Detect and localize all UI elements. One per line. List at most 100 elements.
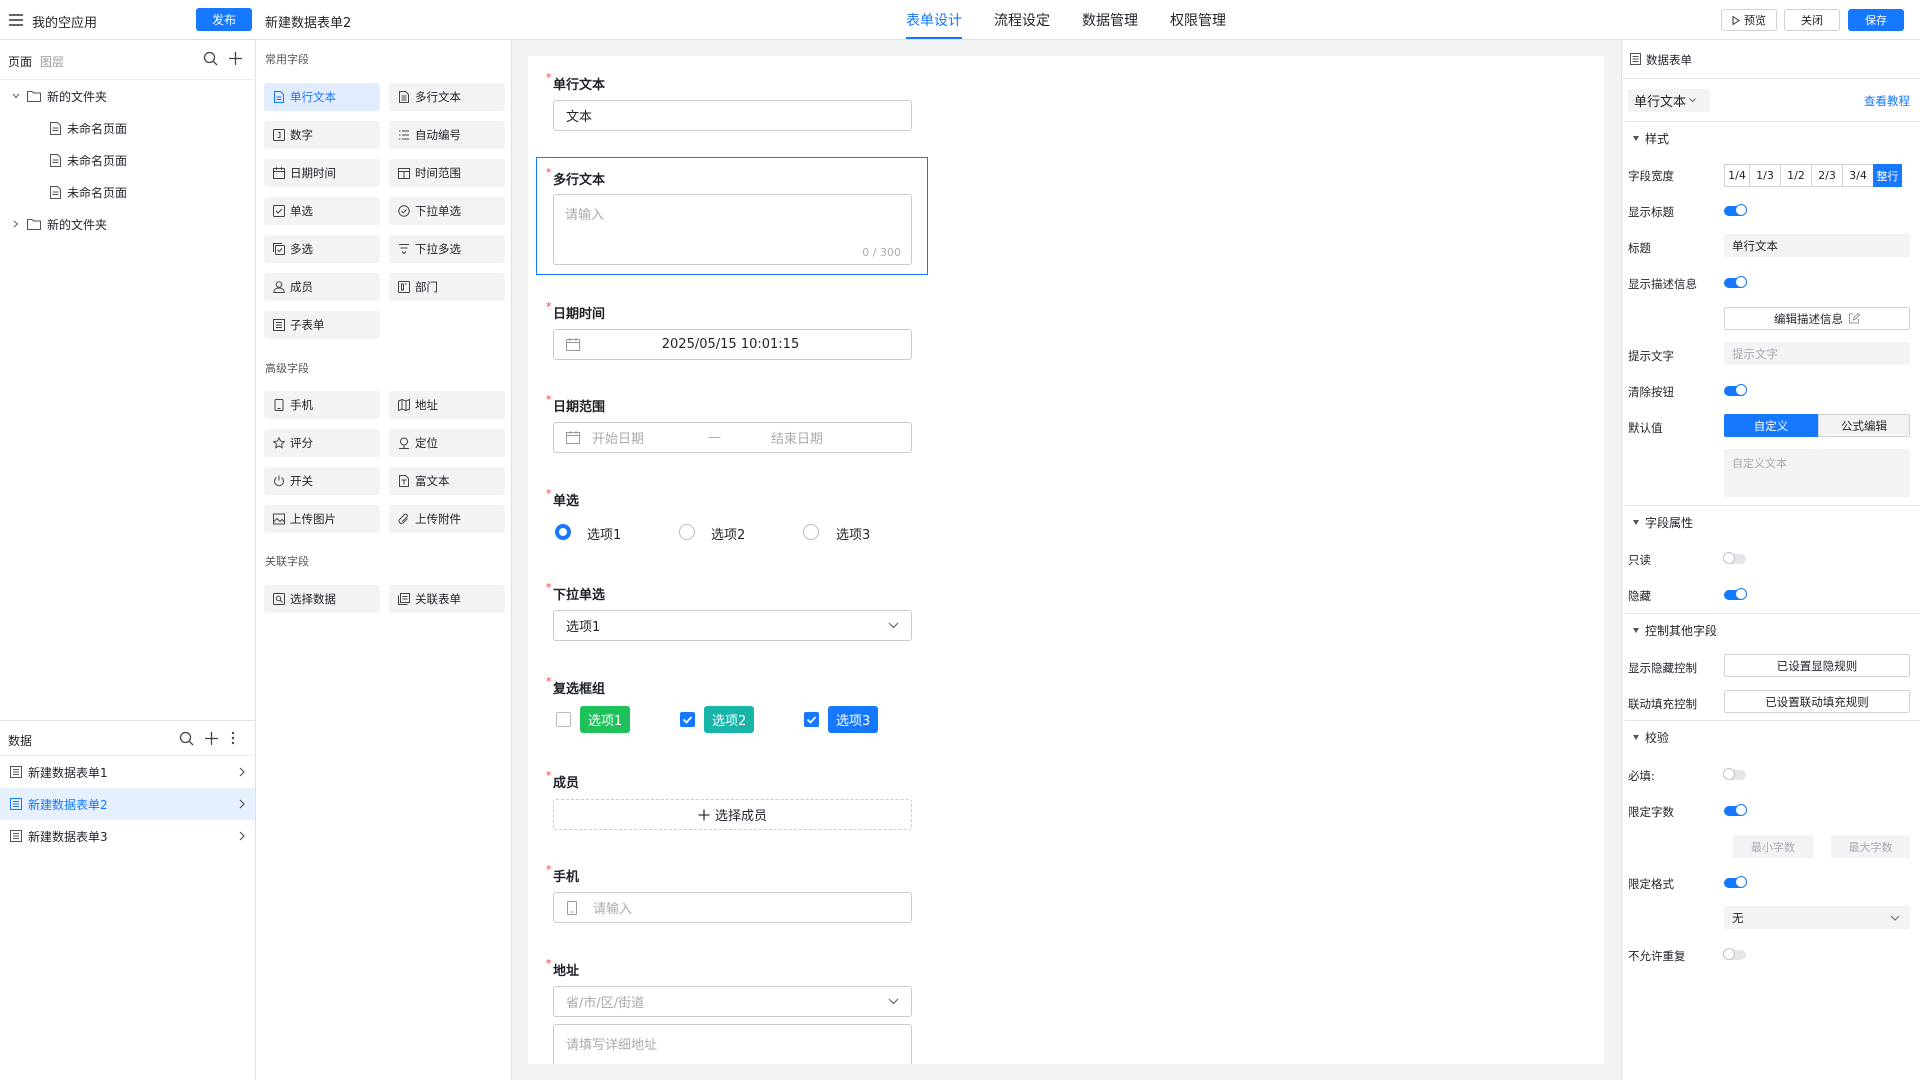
chevron-right-icon[interactable] [11,220,21,228]
width-option-1-2[interactable]: 1/2 [1780,164,1812,187]
address-region-select[interactable]: 省/市/区/街道 [553,986,912,1017]
tab-layers[interactable]: 图层 [40,53,64,70]
section-control[interactable]: 控制其他字段 [1625,613,1920,647]
palette-checkbox[interactable]: 多选 [264,235,380,263]
checkbox-chip-1[interactable]: 选项1 [580,706,631,733]
tree-folder-1[interactable]: 新的文件夹 [0,80,255,112]
radio-option-3[interactable] [803,524,819,540]
tutorial-link[interactable]: 查看教程 [1864,93,1910,109]
width-option-1-4[interactable]: 1/4 [1724,164,1750,187]
save-button[interactable]: 保存 [1848,9,1904,31]
min-chars-input[interactable]: 最小字数 [1733,835,1813,858]
phone-input[interactable]: 请输入 [553,892,912,923]
hint-text-input[interactable]: 提示文字 [1724,342,1910,365]
palette-select-data[interactable]: 选择数据 [264,585,380,613]
radio-option-2[interactable] [679,524,695,540]
checkbox-1[interactable] [556,712,571,727]
hidden-toggle[interactable] [1724,588,1747,600]
preview-button[interactable]: 预览 [1721,9,1777,31]
palette-rating[interactable]: 评分 [264,429,380,457]
publish-button[interactable]: 发布 [196,8,252,31]
palette-upload-attachment[interactable]: 上传附件 [389,505,505,533]
data-item-3[interactable]: 新建数据表单3 [0,820,255,852]
title-input[interactable]: 单行文本 [1724,234,1910,257]
palette-upload-image[interactable]: 上传图片 [264,505,380,533]
tab-form-design[interactable]: 表单设计 [906,10,962,30]
checkbox-3[interactable] [804,712,819,727]
tree-page-3[interactable]: 未命名页面 [0,176,255,208]
palette-switch[interactable]: 开关 [264,467,380,495]
show-hide-rule-button[interactable]: 已设置显隐规则 [1724,654,1910,677]
section-verify[interactable]: 校验 [1625,720,1920,754]
palette-dropdown-radio[interactable]: 下拉单选 [389,197,505,225]
fill-rule-button[interactable]: 已设置联动填充规则 [1724,690,1910,713]
palette-address[interactable]: 地址 [389,391,505,419]
tree-page-2[interactable]: 未命名页面 [0,144,255,176]
radio-option-1[interactable] [555,524,571,540]
tab-data-management[interactable]: 数据管理 [1082,10,1138,30]
palette-auto-number[interactable]: 自动编号 [389,121,505,149]
section-field-props[interactable]: 字段属性 [1625,505,1920,539]
no-duplicate-toggle[interactable] [1723,948,1746,960]
more-vertical-icon[interactable] [231,731,235,745]
width-option-1-3[interactable]: 1/3 [1749,164,1781,187]
format-select[interactable]: 无 [1724,906,1910,929]
palette-department[interactable]: 部门 [389,273,505,301]
palette-single-text[interactable]: 单行文本 [264,83,380,111]
default-custom-tab[interactable]: 自定义 [1724,414,1818,437]
daterange-input[interactable]: 开始日期 — 结束日期 [553,422,912,453]
checkbox-chip-2[interactable]: 选项2 [704,706,755,733]
default-value-input[interactable]: 自定义文本 [1724,449,1910,497]
search-icon[interactable] [203,51,218,66]
tab-permissions[interactable]: 权限管理 [1170,10,1226,30]
multi-text-input[interactable]: 请输入 0 / 300 [553,194,912,265]
palette-radio[interactable]: 单选 [264,197,380,225]
palette-dropdown-multi[interactable]: 下拉多选 [389,235,505,263]
palette-phone[interactable]: 手机 [264,391,380,419]
select-member-button[interactable]: 选择成员 [553,799,912,830]
palette-member[interactable]: 成员 [264,273,380,301]
palette-number[interactable]: 数字 [264,121,380,149]
clear-button-toggle[interactable] [1724,384,1747,396]
required-toggle[interactable] [1723,768,1746,780]
limit-chars-toggle[interactable] [1724,804,1747,816]
palette-subform[interactable]: 子表单 [264,311,380,339]
width-option-2-3[interactable]: 2/3 [1811,164,1843,187]
data-item-1[interactable]: 新建数据表单1 [0,756,255,788]
default-formula-tab[interactable]: 公式编辑 [1818,414,1910,437]
limit-format-toggle[interactable] [1724,876,1747,888]
single-text-input[interactable]: 文本 [553,100,912,131]
width-option-3-4[interactable]: 3/4 [1842,164,1874,187]
palette-related-form[interactable]: 关联表单 [389,585,505,613]
show-title-toggle[interactable] [1724,204,1747,216]
dropdown-select[interactable]: 选项1 [553,610,912,641]
close-button[interactable]: 关闭 [1784,9,1840,31]
datetime-input[interactable]: 2025/05/15 10:01:15 [553,329,912,360]
tab-process[interactable]: 流程设定 [994,10,1050,30]
palette-datetime[interactable]: 日期时间 [264,159,380,187]
tree-folder-2[interactable]: 新的文件夹 [0,208,255,240]
add-icon[interactable] [204,731,219,746]
readonly-toggle[interactable] [1723,552,1746,564]
palette-location[interactable]: 定位 [389,429,505,457]
width-option-full[interactable]: 整行 [1873,164,1902,187]
data-item-2[interactable]: 新建数据表单2 [0,788,255,820]
search-icon[interactable] [179,731,194,746]
menu-icon[interactable] [8,12,24,28]
chevron-down-icon[interactable] [11,93,21,99]
tab-pages[interactable]: 页面 [8,53,32,70]
palette-time-range[interactable]: 时间范围 [389,159,505,187]
section-style[interactable]: 样式 [1625,121,1920,155]
add-icon[interactable] [228,51,243,66]
address-detail-input[interactable]: 请填写详细地址 [553,1024,912,1064]
show-desc-toggle[interactable] [1724,276,1747,288]
palette-multi-text[interactable]: 多行文本 [389,83,505,111]
max-chars-input[interactable]: 最大字数 [1831,835,1910,858]
tree-page-1[interactable]: 未命名页面 [0,112,255,144]
palette-rich-text[interactable]: 富文本 [389,467,505,495]
field-type-select[interactable]: 单行文本 [1628,89,1710,112]
start-date-placeholder[interactable]: 开始日期 [592,428,644,447]
end-date-placeholder[interactable]: 结束日期 [771,428,823,447]
edit-desc-button[interactable]: 编辑描述信息 [1724,307,1910,330]
checkbox-chip-3[interactable]: 选项3 [828,706,879,733]
